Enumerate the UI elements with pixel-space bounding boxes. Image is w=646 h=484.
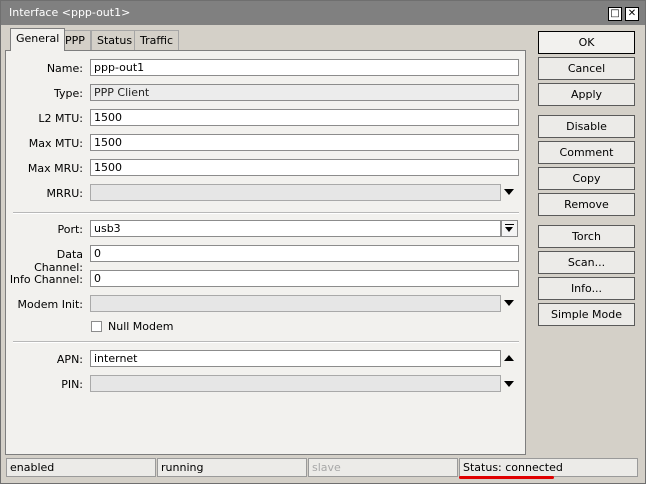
data-channel-input[interactable]: 0 — [90, 245, 519, 262]
pin-expand-icon[interactable] — [504, 381, 514, 387]
port-label: Port: — [57, 223, 83, 236]
cancel-button[interactable]: Cancel — [538, 57, 635, 80]
max-mru-input[interactable]: 1500 — [90, 159, 519, 176]
name-label: Name: — [46, 62, 83, 75]
modem-init-label: Modem Init: — [17, 298, 83, 311]
port-select[interactable]: usb3 — [90, 220, 501, 237]
interface-window: Interface <ppp-out1> □ ✕ General PPP Sta… — [0, 0, 646, 484]
comment-button[interactable]: Comment — [538, 141, 635, 164]
type-field: PPP Client — [90, 84, 519, 101]
status-connection: Status: connected — [459, 458, 638, 477]
max-mtu-input[interactable]: 1500 — [90, 134, 519, 151]
port-dropdown-button[interactable] — [501, 220, 518, 237]
close-icon: ✕ — [627, 8, 637, 19]
modem-init-expand-icon[interactable] — [504, 300, 514, 306]
info-channel-label: Info Channel: — [9, 273, 83, 286]
disable-button[interactable]: Disable — [538, 115, 635, 138]
chevron-down-icon — [505, 227, 513, 232]
pin-label: PIN: — [61, 378, 83, 391]
tab-general[interactable]: General — [10, 28, 66, 51]
name-input[interactable]: ppp-out1 — [90, 59, 519, 76]
l2mtu-label: L2 MTU: — [38, 112, 83, 125]
title-bar[interactable]: Interface <ppp-out1> □ ✕ — [1, 1, 645, 25]
ok-button[interactable]: OK — [538, 31, 635, 54]
mrru-expand-icon[interactable] — [504, 189, 514, 195]
copy-button[interactable]: Copy — [538, 167, 635, 190]
close-button[interactable]: ✕ — [625, 7, 639, 21]
status-enabled: enabled — [6, 458, 156, 477]
simple-mode-button[interactable]: Simple Mode — [538, 303, 635, 326]
maximize-button[interactable]: □ — [608, 7, 622, 21]
tab-status[interactable]: Status — [91, 30, 139, 50]
pin-input[interactable] — [90, 375, 501, 392]
tab-traffic[interactable]: Traffic — [134, 30, 180, 50]
maximize-icon: □ — [610, 8, 620, 19]
section-divider — [13, 212, 519, 214]
status-running: running — [157, 458, 307, 477]
null-modem-checkbox[interactable] — [91, 321, 102, 332]
remove-button[interactable]: Remove — [538, 193, 635, 216]
apn-collapse-icon[interactable] — [504, 355, 514, 361]
torch-button[interactable]: Torch — [538, 225, 635, 248]
l2mtu-input[interactable]: 1500 — [90, 109, 519, 126]
max-mtu-label: Max MTU: — [28, 137, 83, 150]
status-slave: slave — [308, 458, 458, 477]
mrru-label: MRRU: — [46, 187, 83, 200]
info-button[interactable]: Info... — [538, 277, 635, 300]
red-underline-annotation — [459, 476, 554, 479]
max-mru-label: Max MRU: — [27, 162, 83, 175]
window-title: Interface <ppp-out1> — [9, 6, 131, 19]
apn-input[interactable]: internet — [90, 350, 501, 367]
apply-button[interactable]: Apply — [538, 83, 635, 106]
mrru-input[interactable] — [90, 184, 501, 201]
data-channel-label: Data Channel: — [34, 248, 83, 274]
section-divider — [13, 341, 519, 343]
modem-init-input[interactable] — [90, 295, 501, 312]
apn-label: APN: — [56, 353, 83, 366]
type-label: Type: — [54, 87, 83, 100]
scan-button[interactable]: Scan... — [538, 251, 635, 274]
info-channel-input[interactable]: 0 — [90, 270, 519, 287]
null-modem-label: Null Modem — [108, 320, 174, 333]
dropdown-bar-icon — [505, 224, 514, 225]
